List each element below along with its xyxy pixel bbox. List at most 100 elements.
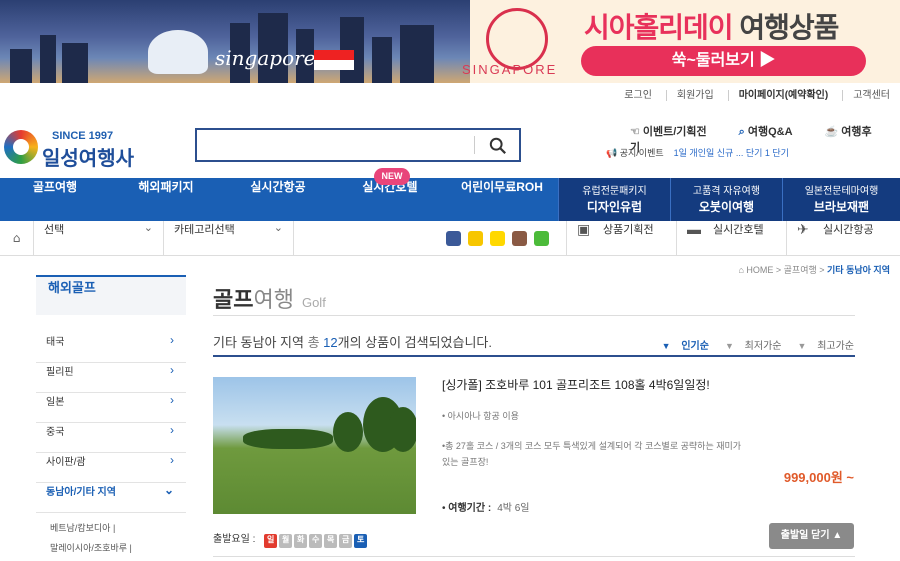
day-wed[interactable]: 수: [309, 534, 323, 548]
customer-center-link[interactable]: 고객센터: [842, 90, 890, 101]
banner-cta-button[interactable]: 쑥~둘러보기 ▶: [581, 46, 866, 76]
notice-label: 공지/이벤트: [619, 148, 664, 158]
notice-bar[interactable]: 📢 공지/이벤트 1일 개인일 신규 ... 단기 1 단기: [606, 146, 789, 159]
nav-realtime-flight[interactable]: 실시간항공: [222, 178, 334, 221]
departure-close-button[interactable]: 출발일 닫기 ▲: [769, 523, 854, 549]
day-sat[interactable]: 토: [354, 534, 368, 548]
logo-since: SINCE 1997: [52, 130, 114, 142]
chevron-right-icon: ›: [170, 453, 174, 467]
banner-city-text: singapore: [215, 46, 316, 70]
title-divider: [213, 315, 855, 316]
day-mon[interactable]: 월: [279, 534, 293, 548]
current-crumb: 기타 동남아 지역: [827, 265, 890, 275]
kakaostory-icon[interactable]: [468, 231, 483, 246]
utility-links: 로그인 회원가입 마이페이지(예약확인) 고객센터: [600, 86, 890, 101]
mypage-link[interactable]: 마이페이지(예약확인): [727, 90, 829, 101]
artscience-museum-shape: [148, 30, 208, 74]
search-icon[interactable]: [489, 137, 507, 155]
home-icon[interactable]: ⌂: [0, 221, 34, 256]
category-dropdown[interactable]: 카테고리선택 ⌄: [164, 221, 294, 256]
nav-design-europe[interactable]: 유럽전문패키지 디자인유럽: [558, 178, 670, 221]
singapore-flag-icon: [314, 50, 354, 70]
product-bottom-divider: [213, 556, 855, 557]
cup-icon: ☕: [824, 126, 839, 138]
left-navigation: 해외골프 태국 › 필리핀 › 일본 › 중국 › 사이판/괌 › 동남아/기타 지역 ⌄ …: [36, 275, 186, 561]
results-divider: [213, 355, 855, 357]
result-count: 기타 동남아 지역 총 12개의 상품이 검색되었습니다.: [213, 335, 492, 350]
nav-overseas-package[interactable]: 해외패키지: [110, 178, 222, 221]
search-box[interactable]: [195, 128, 521, 162]
notice-ticker[interactable]: 1일 개인일 신규 ... 단기 1 단기: [674, 148, 789, 158]
lnb-item-china[interactable]: 중국 ›: [36, 423, 186, 453]
search-input[interactable]: [197, 130, 467, 160]
chevron-right-icon: ›: [170, 423, 174, 437]
lnb-subitem-vietnam[interactable]: 베트남/캄보디아 |: [50, 521, 186, 541]
exhibition-link[interactable]: ▣ 상품기획전: [566, 221, 676, 256]
facebook-icon[interactable]: [446, 231, 461, 246]
product-thumbnail[interactable]: [213, 377, 416, 514]
nav-obutsi-travel[interactable]: 고품격 자유여행 오붓이여행: [670, 178, 782, 221]
lnb-item-saipan-guam[interactable]: 사이판/괌 ›: [36, 453, 186, 483]
airplane-icon: ✈: [797, 221, 809, 237]
logo-name: 일성여행사: [42, 148, 134, 170]
line-icon[interactable]: [534, 231, 549, 246]
sort-highest[interactable]: ▼ 최고가순: [789, 341, 854, 352]
new-badge: NEW: [374, 168, 410, 185]
day-thu[interactable]: 목: [324, 534, 338, 548]
sort-options: ▼ 인기순 ▼ 최저가순 ▼ 최고가순: [646, 337, 854, 352]
hand-icon: ☜: [630, 126, 640, 138]
banner-title-rest: 여행상품: [739, 12, 839, 43]
lnb-subitem-malaysia[interactable]: 말레이시아/조호바루 |: [50, 541, 186, 561]
lnb-title: 해외골프: [36, 275, 186, 315]
page-title: 골프여행 Golf: [213, 287, 326, 312]
day-fri[interactable]: 금: [339, 534, 353, 548]
login-link[interactable]: 로그인: [614, 90, 652, 101]
site-logo[interactable]: SINCE 1997 일성여행사: [2, 126, 142, 170]
lnb-item-japan[interactable]: 일본 ›: [36, 393, 186, 423]
banner-title: 시아홀리데이 여행상품: [584, 6, 839, 46]
banner-badge-text: SINGAPORE: [462, 62, 558, 77]
main-navigation: 골프여행 해외패키지 실시간항공 실시간호텔 어린이무료ROH 유럽전문패키지 디…: [0, 178, 900, 221]
realtime-hotel-link[interactable]: ▬ 실시간호텔: [676, 221, 786, 256]
chevron-down-icon: ⌄: [143, 222, 153, 234]
lnb-subitems: 베트남/캄보디아 | 말레이시아/조호바루 |: [36, 513, 186, 561]
product-title[interactable]: [싱가폴] 조호바루 101 골프리조트 108홀 4박6일일정!: [442, 376, 710, 393]
breadcrumb: ⌂ HOME > 골프여행 > 기타 동남아 지역: [738, 265, 890, 275]
search-divider: [474, 136, 475, 154]
select-dropdown[interactable]: 선택 ⌄: [34, 221, 164, 256]
day-tue[interactable]: 화: [294, 534, 308, 548]
event-link[interactable]: ☜ 이벤트/기획전: [630, 126, 723, 138]
signup-link[interactable]: 회원가입: [665, 90, 714, 101]
lnb-item-philippines[interactable]: 필리핀 ›: [36, 363, 186, 393]
realtime-flight-link[interactable]: ✈ 실시간항공: [786, 221, 896, 256]
promo-banner[interactable]: singapore SINGAPORE 시아홀리데이 여행상품 쑥~둘러보기 ▶: [0, 0, 900, 83]
instagram-icon[interactable]: [512, 231, 527, 246]
nav-kids-free[interactable]: 어린이무료ROH: [446, 178, 558, 221]
logo-swirl-icon: [4, 130, 38, 164]
lnb-item-thailand[interactable]: 태국 ›: [36, 333, 186, 363]
chevron-down-icon: ⌄: [273, 222, 283, 234]
departure-days: 출발요일 : 일월화수목금토: [213, 530, 368, 548]
kakaotalk-icon[interactable]: [490, 231, 505, 246]
bed-icon: ▬: [687, 221, 701, 237]
banner-title-accent: 시아홀리데이: [584, 12, 734, 43]
sort-popular[interactable]: ▼ 인기순: [654, 341, 709, 352]
home-crumb[interactable]: ⌂ HOME: [738, 265, 773, 275]
chevron-right-icon: ›: [170, 333, 174, 347]
day-sun[interactable]: 일: [264, 534, 278, 548]
chevron-right-icon: ›: [170, 363, 174, 377]
shopping-bag-icon: ▣: [577, 221, 591, 237]
sub-bar: ⌂ 선택 ⌄ 카테고리선택 ⌄ ▣ 상품기획전 ▬ 실시간호텔 ✈ 실시간항공: [0, 221, 900, 256]
sort-lowest[interactable]: ▼ 최저가순: [717, 341, 782, 352]
banner-photo: [0, 0, 470, 83]
lnb-item-southeast-asia[interactable]: 동남아/기타 지역 ⌄: [36, 483, 186, 513]
product-price: 999,000원 ~: [783, 470, 854, 485]
nav-bravo-japan[interactable]: 일본전문테마여행 브라보재팬: [782, 178, 900, 221]
product-description: • 아시아나 항공 이용 •총 27홀 코스 / 3개의 코스 모두 특색있게 …: [442, 411, 742, 467]
travel-period: • 여행기간 :4박 6일: [442, 503, 530, 514]
magnifier-icon: ⌕: [738, 126, 745, 138]
megaphone-icon: 📢: [606, 148, 618, 158]
nav-golf[interactable]: 골프여행: [0, 178, 110, 221]
golf-crumb[interactable]: 골프여행: [784, 265, 817, 275]
qna-link[interactable]: ⌕ 여행Q&A: [739, 126, 809, 138]
